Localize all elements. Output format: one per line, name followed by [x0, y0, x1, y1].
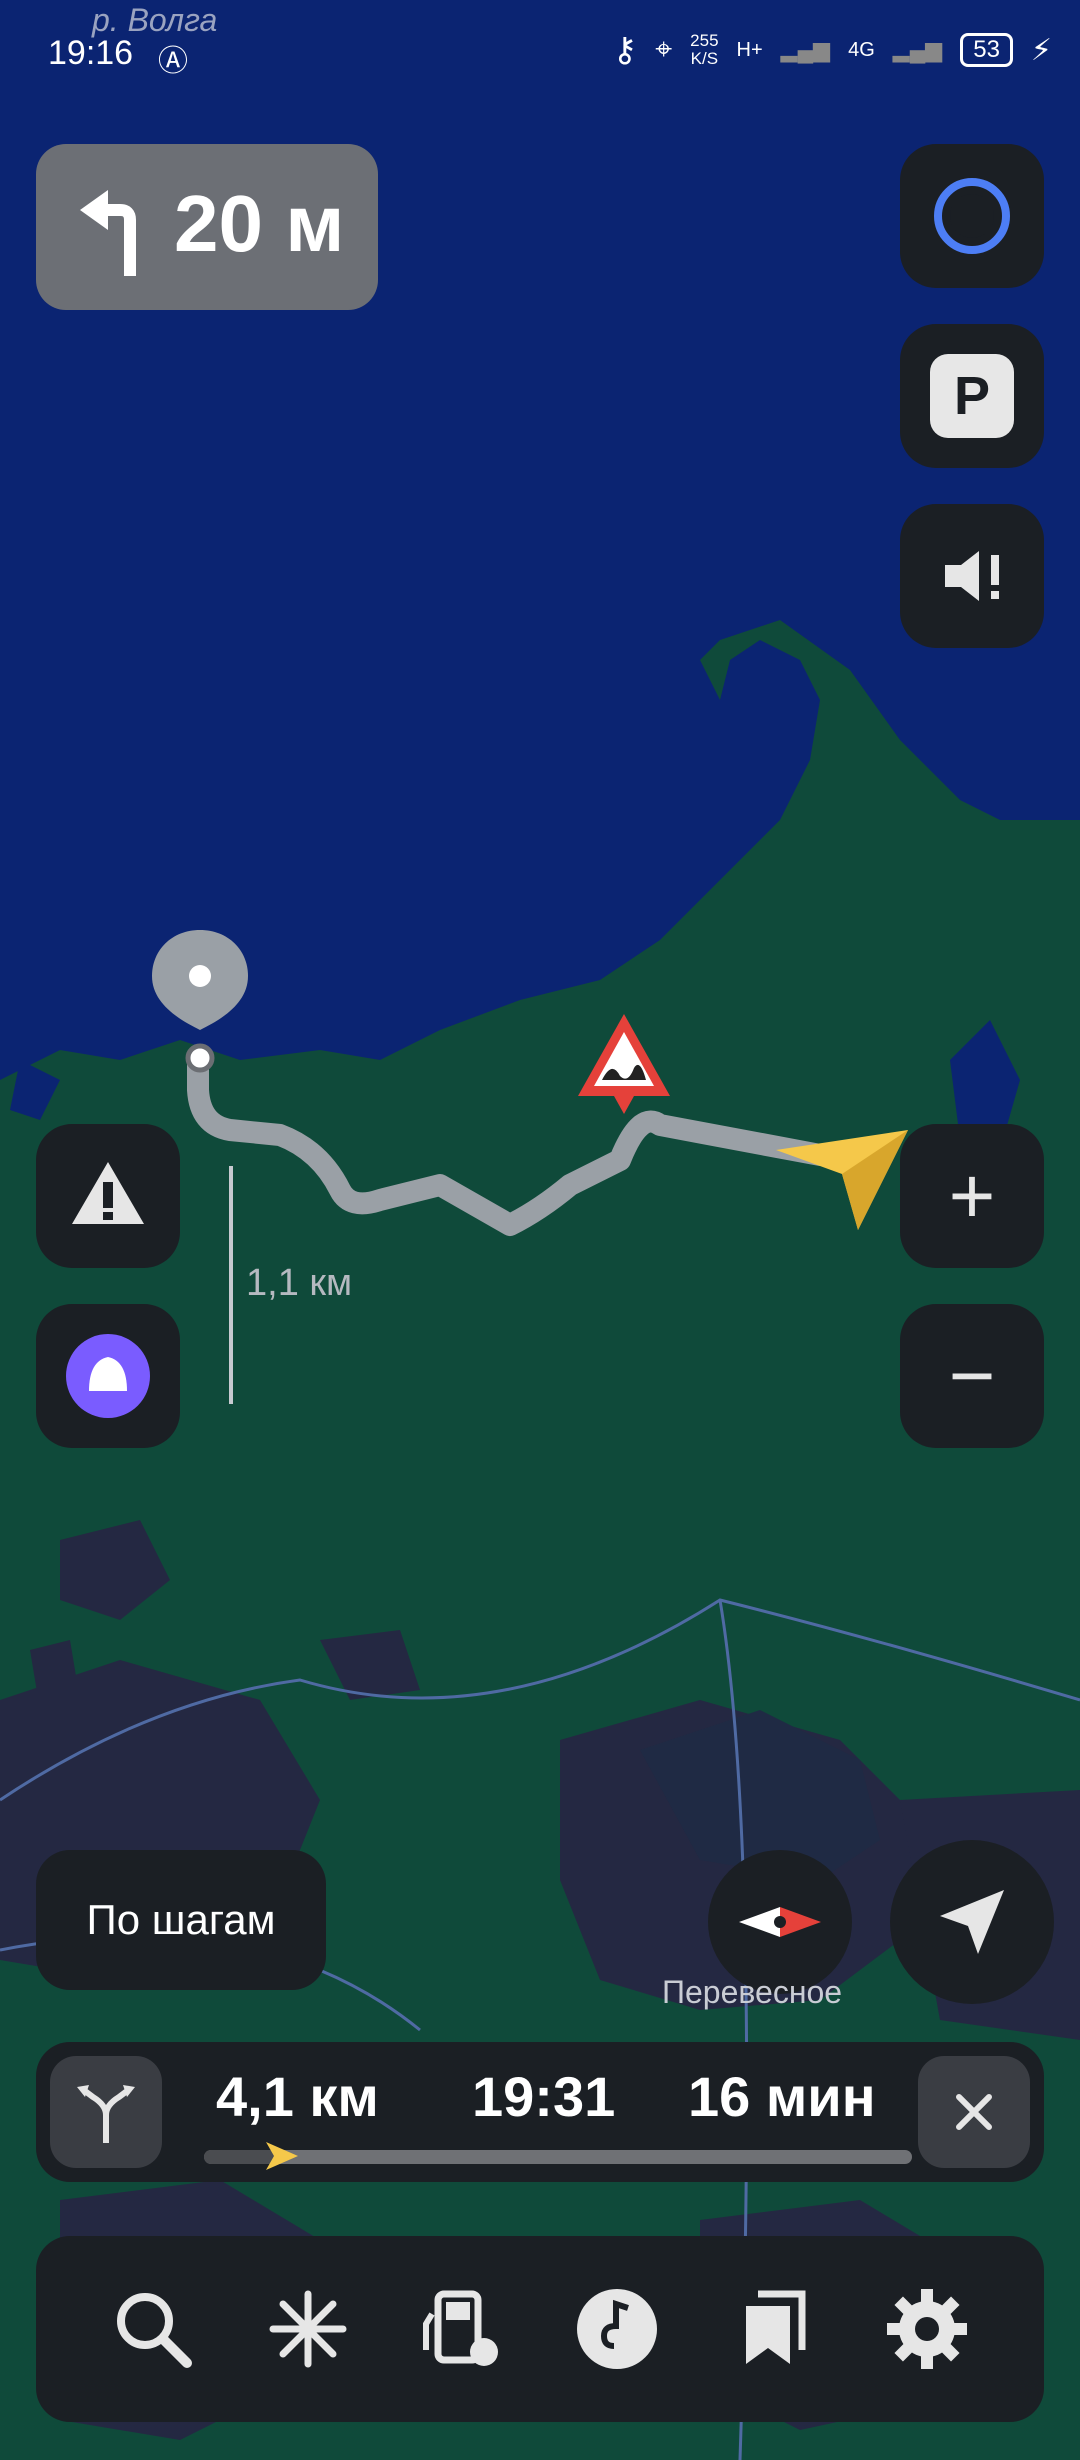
- close-icon: [956, 2094, 992, 2130]
- charging-icon: ⚡: [1030, 33, 1052, 67]
- bookmarks-button[interactable]: [712, 2269, 832, 2389]
- parking-label: P: [953, 366, 991, 426]
- plus-icon: +: [948, 1151, 996, 1240]
- status-bar: р. Волга 19:16 Ⓐ ⚷ ⌖ 255 K/S H+ ▂▄▆ 4G ▂…: [0, 0, 1080, 105]
- bookmarks-icon: [745, 2290, 806, 2364]
- zoom-out-button[interactable]: −: [900, 1304, 1044, 1448]
- signal-icon-2: ▂▄▆: [892, 37, 943, 62]
- road-events-button[interactable]: [36, 1124, 180, 1268]
- road-hazard-sign[interactable]: [574, 1010, 674, 1130]
- signal-icon: ▂▄▆: [780, 37, 831, 62]
- alice-voice-button[interactable]: [36, 1304, 180, 1448]
- net-speed: 255 K/S: [690, 32, 718, 68]
- music-button[interactable]: [557, 2269, 677, 2389]
- network-4g: 4G: [848, 38, 875, 61]
- net-speed-unit: K/S: [690, 49, 719, 68]
- parking-button[interactable]: P: [900, 324, 1044, 468]
- fuel-button[interactable]: [403, 2269, 523, 2389]
- alternative-routes-button[interactable]: [50, 2056, 162, 2168]
- sound-alert-button[interactable]: [900, 504, 1044, 648]
- zoom-in-button[interactable]: +: [900, 1124, 1044, 1268]
- speaker-alert-icon: [945, 551, 999, 601]
- settings-button[interactable]: [867, 2269, 987, 2389]
- alice-ring-icon: [934, 178, 1010, 254]
- minus-icon: −: [948, 1331, 996, 1420]
- search-button[interactable]: [93, 2269, 213, 2389]
- battery-indicator: 53: [960, 33, 1013, 67]
- road-event-icon: [72, 1162, 144, 1224]
- route-progress-bar: [204, 2142, 912, 2170]
- bottom-toolbar: [36, 2236, 1044, 2422]
- map-scale-label: 1,1 км: [246, 1262, 353, 1304]
- settings-icon: [886, 2289, 967, 2369]
- spark-icon: [269, 2290, 347, 2368]
- location-icon: ⌖: [655, 33, 673, 66]
- key-icon: ⚷: [612, 31, 638, 69]
- anarchy-icon: Ⓐ: [158, 45, 188, 78]
- place-label: Перевесное: [662, 1974, 843, 2010]
- destination-pin[interactable]: [150, 928, 250, 1073]
- progress-arrow-icon: [265, 2142, 298, 2170]
- net-speed-value: 255: [690, 31, 719, 50]
- compass-button[interactable]: [708, 1850, 852, 1994]
- status-time: 19:16: [48, 34, 134, 72]
- search-icon: [117, 2293, 193, 2368]
- route-distance: 4,1 км: [216, 2065, 379, 2128]
- steps-button[interactable]: По шагам: [36, 1850, 326, 1990]
- my-location-button[interactable]: [890, 1840, 1054, 2004]
- route-duration: 16 мин: [688, 2065, 876, 2128]
- discover-button[interactable]: [248, 2269, 368, 2389]
- maneuver-distance: 20 м: [174, 179, 345, 268]
- music-icon: [577, 2289, 658, 2369]
- maneuver-card[interactable]: 20 м: [36, 144, 378, 310]
- route-eta: 19:31: [472, 2065, 616, 2128]
- turn-left-icon: [80, 190, 136, 276]
- network-type: H+: [736, 38, 763, 61]
- route-summary-bar[interactable]: 4,1 км 19:31 16 мин: [36, 2042, 1044, 2182]
- close-route-button[interactable]: [918, 2056, 1030, 2168]
- fuel-icon: [422, 2290, 498, 2366]
- alice-button[interactable]: [900, 144, 1044, 288]
- fork-route-icon: [77, 2085, 135, 2143]
- navigation-arrow-icon: [940, 1890, 1004, 1954]
- compass-icon: [739, 1907, 821, 1937]
- parking-icon: P: [930, 354, 1014, 438]
- current-location-arrow: [768, 1120, 918, 1240]
- alice-voice-icon: [66, 1334, 150, 1418]
